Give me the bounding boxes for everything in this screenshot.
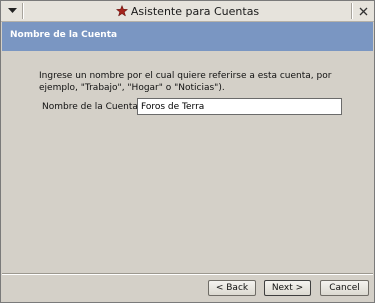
- title-bar: Asistente para Cuentas: [1, 1, 374, 22]
- account-name-label: Nombre de la Cuenta:: [42, 102, 141, 112]
- page-header: Nombre de la Cuenta: [2, 22, 373, 51]
- page-title: Nombre de la Cuenta: [10, 30, 118, 40]
- close-icon[interactable]: [356, 4, 370, 18]
- account-name-input[interactable]: [137, 98, 342, 115]
- back-button[interactable]: < Back: [208, 280, 256, 296]
- button-bar-separator: [2, 273, 373, 275]
- window-title: Asistente para Cuentas: [130, 4, 260, 18]
- red-star-icon: [115, 5, 128, 17]
- account-wizard-window: Asistente para Cuentas Nombre de la Cuen…: [0, 0, 375, 303]
- instructions-text: Ingrese un nombre por el cual quiere ref…: [39, 71, 332, 93]
- window-title-group: Asistente para Cuentas: [1, 1, 374, 21]
- wizard-content: Ingrese un nombre por el cual quiere ref…: [2, 51, 373, 273]
- next-button[interactable]: Next >: [264, 280, 311, 296]
- titlebar-separator: [351, 3, 353, 19]
- cancel-button[interactable]: Cancel: [320, 280, 369, 296]
